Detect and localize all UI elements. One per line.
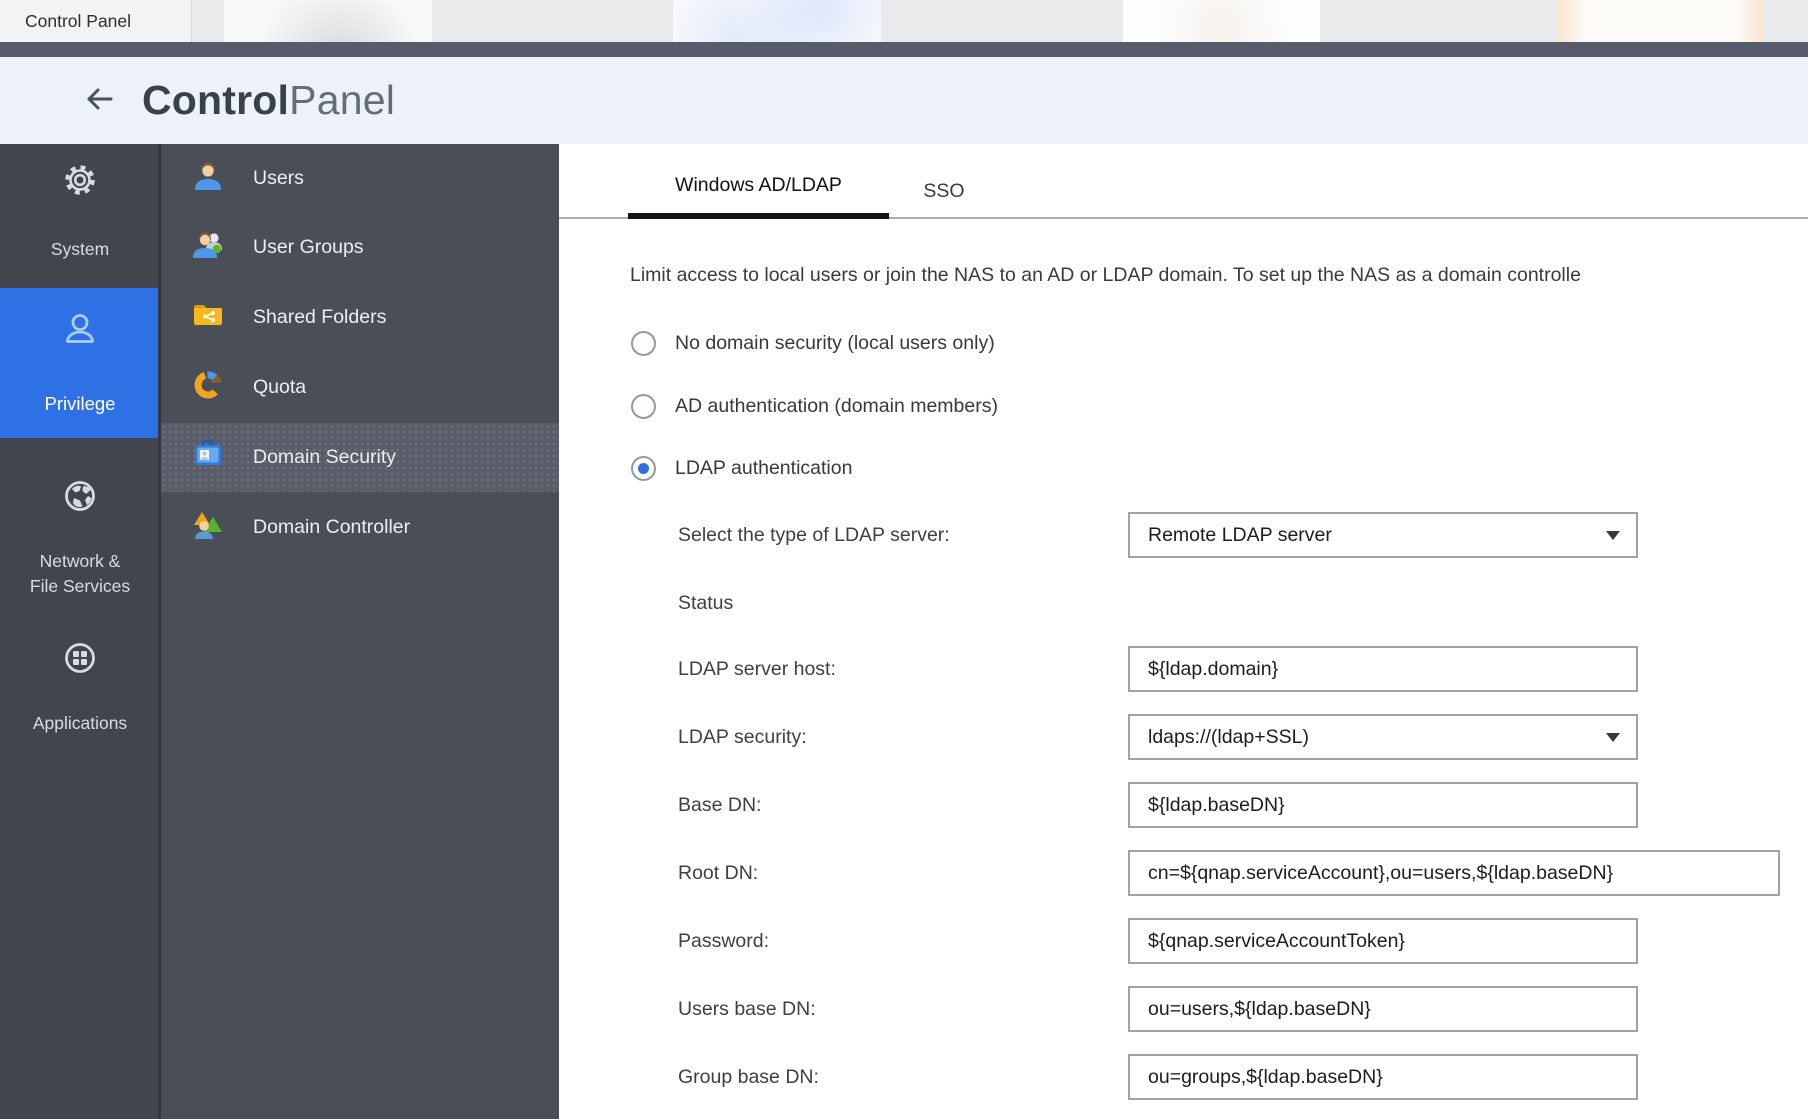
app-header: ControlPanel	[0, 57, 1808, 144]
sidebar-item-network-file-services[interactable]: Network & File Services	[0, 474, 160, 599]
shared-folders-icon	[191, 298, 225, 337]
qnap-control-panel-screen: Control Panel ControlPanel	[0, 0, 1808, 1119]
background-window-ghost	[224, 0, 432, 42]
radio-ad-authentication[interactable]: AD authentication (domain members)	[631, 391, 998, 421]
menu-item-quota[interactable]: Quota	[161, 353, 559, 422]
user-groups-icon	[191, 228, 225, 267]
domain-controller-icon	[191, 508, 225, 547]
sidebar-item-label-line2: File Services	[0, 574, 160, 599]
tab-sso[interactable]: SSO	[899, 144, 989, 219]
field-label: Base DN:	[678, 782, 761, 828]
password-input[interactable]	[1128, 918, 1638, 964]
page-title-light: Panel	[289, 77, 395, 123]
menu-item-shared-folders[interactable]: Shared Folders	[161, 283, 559, 352]
menu-item-users[interactable]: Users	[161, 144, 559, 213]
sidebar-item-label: Applications	[0, 711, 160, 736]
status-label: Status	[678, 580, 733, 626]
sidebar-item-privilege[interactable]: Privilege	[0, 288, 160, 438]
field-label: Users base DN:	[678, 986, 816, 1032]
base-dn-input[interactable]	[1128, 782, 1638, 828]
apps-grid-icon	[58, 667, 102, 684]
background-window-ghost	[673, 0, 881, 42]
sidebar-item-label: System	[0, 237, 160, 262]
globe-icon	[58, 505, 102, 522]
sidebar-item-label: Privilege	[0, 391, 160, 416]
field-label: Password:	[678, 918, 769, 964]
tab-windows-ad-ldap[interactable]: Windows AD/LDAP	[628, 144, 889, 219]
field-label: Root DN:	[678, 850, 758, 896]
group-base-dn-input[interactable]	[1128, 1054, 1638, 1100]
desktop-top-strip: Control Panel	[0, 0, 1808, 42]
radio-no-domain-security[interactable]: No domain security (local users only)	[631, 328, 995, 358]
radio-label: AD authentication (domain members)	[675, 395, 998, 418]
root-dn-input[interactable]	[1128, 850, 1780, 896]
tab-label: Windows AD/LDAP	[675, 174, 842, 197]
menu-item-label: Shared Folders	[253, 306, 386, 329]
radio-label: No domain security (local users only)	[675, 332, 995, 355]
back-button[interactable]	[78, 80, 120, 122]
taskbar-window-button[interactable]: Control Panel	[0, 0, 192, 42]
domain-security-panel: Windows AD/LDAP SSO Limit access to loca…	[559, 144, 1808, 1119]
field-label: Group base DN:	[678, 1054, 819, 1100]
taskbar-window-title: Control Panel	[25, 11, 131, 32]
ldap-server-host-input[interactable]	[1128, 646, 1638, 692]
menu-item-domain-security[interactable]: Domain Security	[161, 423, 559, 492]
privilege-menu: Users User Groups	[161, 144, 559, 1119]
menu-item-label: Domain Controller	[253, 516, 410, 539]
sidebar-item-applications[interactable]: Applications	[0, 636, 160, 736]
sidebar-item-label-line1: Network &	[0, 549, 160, 574]
sidebar-item-system[interactable]: System	[0, 158, 160, 262]
primary-sidebar: System Privilege Network & File Services	[0, 144, 160, 1119]
domain-security-badge-icon	[191, 438, 225, 477]
radio-icon	[631, 331, 656, 356]
users-icon	[191, 159, 225, 198]
menu-item-label: Domain Security	[253, 446, 396, 469]
menu-item-domain-controller[interactable]: Domain Controller	[161, 493, 559, 562]
radio-ldap-authentication[interactable]: LDAP authentication	[631, 453, 852, 483]
panel-description: Limit access to local users or join the …	[630, 264, 1808, 292]
back-arrow-icon	[82, 82, 116, 119]
radio-label: LDAP authentication	[675, 457, 852, 480]
gear-icon	[58, 189, 102, 206]
person-icon	[58, 339, 102, 356]
field-label: LDAP security:	[678, 714, 807, 760]
users-base-dn-input[interactable]	[1128, 986, 1638, 1032]
menu-item-label: User Groups	[253, 236, 364, 259]
field-label: LDAP server host:	[678, 646, 836, 692]
menu-item-user-groups[interactable]: User Groups	[161, 213, 559, 282]
quota-donut-icon	[191, 368, 225, 407]
radio-icon-selected	[631, 456, 656, 481]
select-value: Remote LDAP server	[1148, 524, 1332, 547]
field-label: Select the type of LDAP server:	[678, 512, 950, 558]
page-title: ControlPanel	[142, 77, 395, 124]
menu-item-label: Quota	[253, 376, 306, 399]
page-title-bold: Control	[142, 77, 289, 123]
background-window-ghost	[1123, 0, 1320, 42]
radio-icon	[631, 394, 656, 419]
tab-bar: Windows AD/LDAP SSO	[559, 144, 1808, 219]
chevron-down-icon	[1606, 733, 1620, 742]
select-value: ldaps://(ldap+SSL)	[1148, 726, 1309, 749]
ldap-server-type-select[interactable]: Remote LDAP server	[1128, 512, 1638, 558]
background-window-ghost	[1558, 0, 1764, 42]
tab-label: SSO	[923, 180, 964, 203]
chevron-down-icon	[1606, 531, 1620, 540]
menu-item-label: Users	[253, 167, 304, 190]
ldap-security-select[interactable]: ldaps://(ldap+SSL)	[1128, 714, 1638, 760]
window-top-edge	[0, 42, 1808, 57]
